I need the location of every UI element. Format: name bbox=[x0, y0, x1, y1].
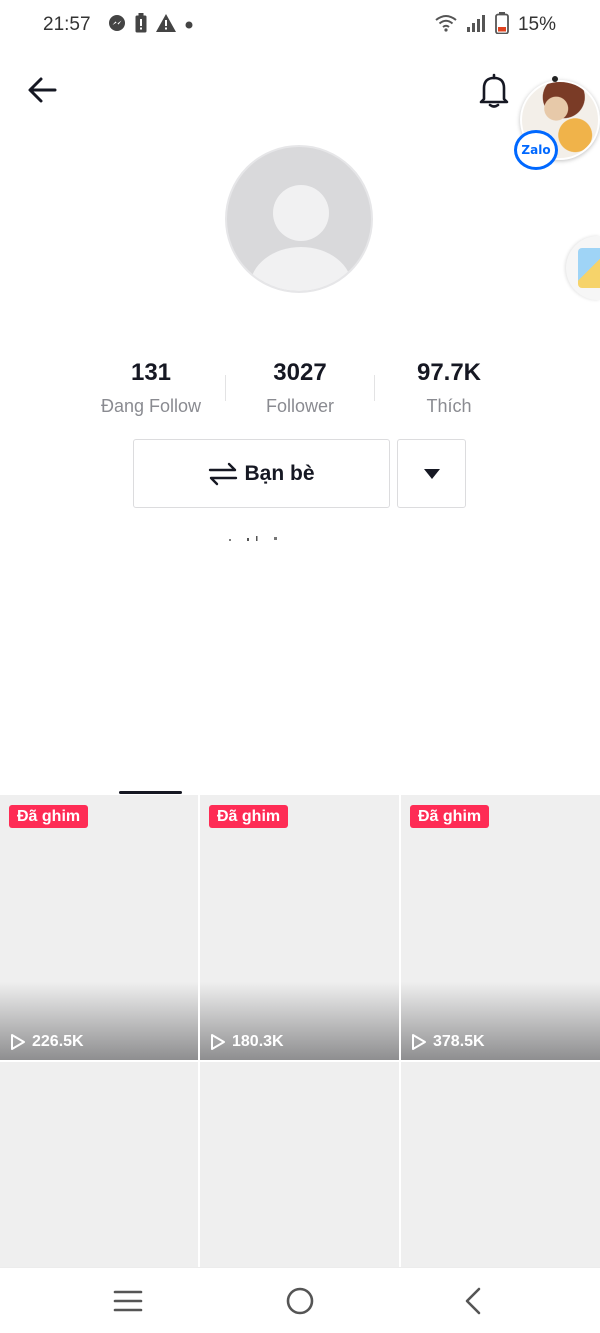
likes-count: 97.7K bbox=[416, 359, 482, 386]
avatar-placeholder-body bbox=[250, 247, 352, 291]
system-nav-bar bbox=[0, 1267, 600, 1333]
warning-icon bbox=[156, 13, 176, 37]
floating-chat-head[interactable]: Zalo bbox=[514, 76, 600, 170]
battery-percentage: 15% bbox=[517, 14, 556, 35]
stat-followers[interactable]: 3027 Follower bbox=[225, 358, 375, 421]
view-count-text: 378.5K bbox=[433, 1033, 485, 1050]
bio-text bbox=[228, 529, 288, 541]
side-floating-bubble[interactable] bbox=[566, 236, 600, 300]
signal-icon bbox=[466, 14, 486, 37]
home-icon bbox=[286, 1287, 314, 1315]
video-tile[interactable]: Đã ghim 226.5K bbox=[0, 795, 198, 1060]
notification-button[interactable] bbox=[476, 72, 512, 110]
profile-avatar[interactable] bbox=[225, 145, 373, 293]
recent-apps-icon bbox=[113, 1290, 143, 1312]
videos-tab-indicator[interactable] bbox=[119, 791, 182, 794]
followers-count: 3027 bbox=[273, 359, 327, 386]
likes-label: Thích bbox=[426, 396, 472, 416]
status-notification-icons bbox=[108, 12, 193, 38]
video-tile[interactable] bbox=[0, 1062, 198, 1267]
following-count: 131 bbox=[130, 359, 172, 386]
play-icon bbox=[211, 1034, 225, 1050]
bell-icon bbox=[479, 73, 509, 108]
app-shortcut-icon bbox=[578, 248, 600, 288]
view-count: 226.5K bbox=[10, 1033, 84, 1051]
video-tile[interactable]: Đã ghim 180.3K bbox=[200, 795, 399, 1060]
back-icon bbox=[465, 1287, 481, 1315]
status-system-icons: 15% bbox=[435, 11, 556, 39]
view-count-text: 226.5K bbox=[32, 1033, 84, 1050]
pinned-badge: Đã ghim bbox=[9, 805, 89, 828]
zalo-badge: Zalo bbox=[514, 130, 558, 170]
video-tile[interactable] bbox=[200, 1062, 399, 1267]
battery-saver-icon bbox=[135, 12, 147, 38]
wifi-icon bbox=[435, 14, 457, 37]
more-options-button[interactable] bbox=[397, 439, 466, 508]
arrow-left-icon bbox=[28, 77, 57, 103]
stat-following[interactable]: 131 Đang Follow bbox=[76, 358, 226, 421]
followers-label: Follower bbox=[265, 396, 335, 416]
view-count-text: 180.3K bbox=[232, 1033, 284, 1050]
messenger-icon bbox=[108, 14, 126, 37]
video-grid: Đã ghim 226.5K Đã ghim 180.3K Đã ghim 37… bbox=[0, 795, 600, 1267]
battery-icon bbox=[495, 11, 509, 39]
status-time: 21:57 bbox=[43, 14, 91, 35]
following-label: Đang Follow bbox=[100, 396, 202, 416]
view-count: 180.3K bbox=[210, 1033, 284, 1051]
view-count: 378.5K bbox=[411, 1033, 485, 1051]
more-dot-icon bbox=[552, 76, 558, 82]
zalo-badge-text: Zalo bbox=[521, 143, 551, 157]
stat-likes: 97.7K Thích bbox=[374, 358, 524, 421]
play-icon bbox=[412, 1034, 426, 1050]
home-button[interactable] bbox=[283, 1284, 317, 1318]
dot-icon bbox=[185, 16, 193, 34]
friends-button-label: Bạn bè bbox=[244, 461, 315, 485]
pinned-badge: Đã ghim bbox=[410, 805, 490, 828]
caret-down-icon bbox=[423, 468, 440, 479]
nav-back-button[interactable] bbox=[456, 1284, 490, 1318]
video-tile[interactable]: Đã ghim 378.5K bbox=[401, 795, 600, 1060]
status-bar: 21:57 15% bbox=[0, 0, 600, 52]
avatar-placeholder-head bbox=[273, 185, 329, 241]
back-button[interactable] bbox=[24, 72, 60, 108]
pinned-badge: Đã ghim bbox=[209, 805, 289, 828]
video-tile[interactable] bbox=[401, 1062, 600, 1267]
play-icon bbox=[11, 1034, 25, 1050]
friends-button[interactable]: Bạn bè bbox=[133, 439, 390, 508]
swap-arrows-icon bbox=[209, 462, 238, 485]
recent-apps-button[interactable] bbox=[111, 1284, 145, 1318]
